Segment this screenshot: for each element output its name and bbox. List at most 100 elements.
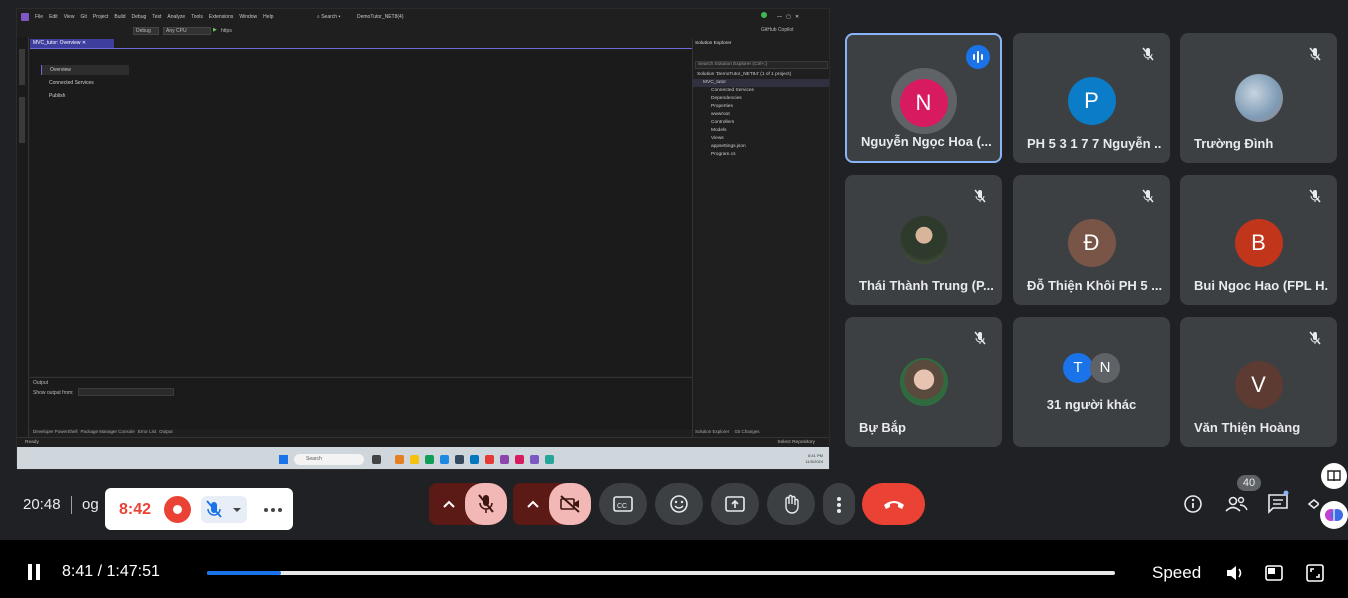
captions-button[interactable]: CC (599, 483, 647, 525)
taskbar-app-icon[interactable] (425, 455, 434, 464)
pause-icon[interactable] (27, 563, 41, 581)
se-tree-item[interactable]: Views (693, 135, 829, 143)
se-tree-item[interactable]: Properties (693, 103, 829, 111)
vs-menu-item[interactable]: View (64, 9, 75, 25)
vs-menu-item[interactable]: Analyze (167, 9, 185, 25)
vs-menu-item[interactable]: Test (152, 9, 161, 25)
output-show-from: Show output from: (33, 390, 74, 396)
fullscreen-icon[interactable] (1305, 563, 1325, 583)
taskbar-app-icon[interactable] (455, 455, 464, 464)
recording-time: 8:42 (119, 501, 152, 518)
overview-item[interactable]: Overview (41, 65, 129, 75)
mic-off-icon (974, 331, 986, 345)
se-tree-item[interactable]: wwwroot (693, 111, 829, 119)
participant-tile[interactable]: Thái Thành Trung (P... (845, 175, 1002, 305)
status-repository[interactable]: Select Repository (777, 438, 815, 447)
participant-tile[interactable]: Bự Bắp (845, 317, 1002, 447)
vs-run-target[interactable]: https (221, 28, 232, 34)
visual-studio-icon[interactable] (530, 455, 539, 464)
windows-start-icon[interactable] (279, 455, 288, 464)
vs-menu-item[interactable]: Git (80, 9, 86, 25)
others-tile[interactable]: T N 31 người khác (1013, 317, 1170, 447)
vs-bottom-tab[interactable]: Developer PowerShell (33, 429, 78, 434)
taskbar-search[interactable]: Search (294, 454, 364, 465)
se-footer-tab[interactable]: Git Changes (735, 429, 760, 434)
vs-menu-item[interactable]: Project (93, 9, 109, 25)
taskbar-app-icon[interactable] (515, 455, 524, 464)
meeting-code: og (82, 496, 99, 513)
se-tree-item[interactable]: MVC_tutor (693, 79, 829, 87)
leave-call-button[interactable] (862, 483, 925, 525)
chat-icon[interactable] (1265, 490, 1293, 518)
volume-icon[interactable] (1225, 563, 1245, 583)
seek-bar[interactable] (207, 571, 1115, 575)
meeting-info-icon[interactable] (1181, 490, 1209, 518)
se-solution-line[interactable]: Solution 'DemoTutor_NET84' (1 of 1 proje… (693, 71, 829, 79)
avatar: N (899, 79, 948, 127)
participant-tile[interactable]: V Văn Thiện Hoàng (1180, 317, 1337, 447)
se-tree-item[interactable]: Dependencies (693, 95, 829, 103)
vs-doc-tab[interactable]: MVC_tutor: Overview ✕ (30, 39, 114, 48)
output-source-select[interactable] (78, 388, 174, 396)
camera-toggle-button[interactable] (549, 483, 591, 525)
present-button[interactable] (711, 483, 759, 525)
participant-tile[interactable]: Trường Đình (1180, 33, 1337, 163)
participant-tile[interactable]: N Nguyễn Ngọc Hoa (... (845, 33, 1002, 163)
vs-window-controls[interactable]: — ▢ ✕ (761, 9, 799, 25)
vs-bottom-tab[interactable]: Output (159, 429, 173, 434)
more-options-icon[interactable] (261, 496, 285, 523)
vs-search[interactable]: ⌕ Search ▾ (317, 9, 341, 25)
participant-tile[interactable]: B Bui Ngoc Hao (FPL H... (1180, 175, 1337, 305)
se-tree-item[interactable]: Program.cs (693, 151, 829, 159)
vs-config-select[interactable]: Debug (133, 27, 159, 35)
vs-menu-item[interactable]: Tools (191, 9, 203, 25)
publish-item[interactable]: Publish (41, 91, 129, 101)
people-icon[interactable] (1223, 490, 1251, 518)
more-options-button[interactable] (823, 483, 855, 525)
mic-off-icon (1309, 47, 1321, 61)
reader-extension-button[interactable] (1321, 463, 1347, 489)
chrome-icon[interactable] (485, 455, 494, 464)
microphone-toggle-button[interactable] (465, 483, 507, 525)
connected-services-item[interactable]: Connected Services (41, 78, 129, 88)
vs-copilot[interactable]: GitHub Copilot (761, 27, 794, 33)
vs-menu-item[interactable]: Help (263, 9, 273, 25)
picture-in-picture-icon[interactable] (1264, 563, 1284, 583)
chevron-up-icon[interactable] (442, 498, 456, 510)
vs-menu-item[interactable]: Extensions (209, 9, 233, 25)
taskbar-app-icon[interactable] (395, 455, 404, 464)
record-stop-button[interactable] (164, 496, 191, 523)
se-search[interactable]: Search Solution Explorer (Ctrl+;) (695, 61, 828, 69)
edge-icon[interactable] (440, 455, 449, 464)
chevron-up-icon[interactable] (526, 498, 540, 510)
taskbar-app-icon[interactable] (500, 455, 509, 464)
vs-bottom-tab[interactable]: Package Manager Console (81, 429, 135, 434)
taskbar-app-icon[interactable] (545, 455, 554, 464)
recorder-mic-button[interactable] (201, 496, 247, 523)
task-view-icon[interactable] (372, 455, 381, 464)
participant-tile[interactable]: Đ Đỗ Thiện Khôi PH 5 ... (1013, 175, 1170, 305)
vs-menu-item[interactable]: Debug (132, 9, 147, 25)
activities-icon[interactable] (1307, 490, 1319, 518)
reactions-button[interactable] (655, 483, 703, 525)
speed-button[interactable]: Speed (1152, 563, 1201, 583)
file-explorer-icon[interactable] (410, 455, 419, 464)
se-footer-tab[interactable]: Solution Explorer (695, 429, 729, 434)
vs-menu-item[interactable]: Build (114, 9, 125, 25)
se-tree-item[interactable]: Models (693, 127, 829, 135)
vs-platform-select[interactable]: Any CPU (163, 27, 211, 35)
assistant-extension-button[interactable] (1320, 501, 1348, 529)
raise-hand-button[interactable] (767, 483, 815, 525)
participant-tile[interactable]: P PH 5 3 1 7 7 Nguyễn ... (1013, 33, 1170, 163)
taskbar-app-icon[interactable] (470, 455, 479, 464)
vs-bottom-tab[interactable]: Error List (138, 429, 156, 434)
vs-menu-item[interactable]: Edit (49, 9, 58, 25)
vs-menu-item[interactable]: Window (239, 9, 257, 25)
se-tree-item[interactable]: appsettings.json (693, 143, 829, 151)
se-tree-item[interactable]: Controllers (693, 119, 829, 127)
avatar: V (1234, 361, 1283, 409)
vs-logo-icon (21, 13, 29, 21)
vs-run-icon[interactable]: ▶ (213, 27, 217, 33)
vs-menu-item[interactable]: File (35, 9, 43, 25)
se-tree-item[interactable]: Connected Services (693, 87, 829, 95)
